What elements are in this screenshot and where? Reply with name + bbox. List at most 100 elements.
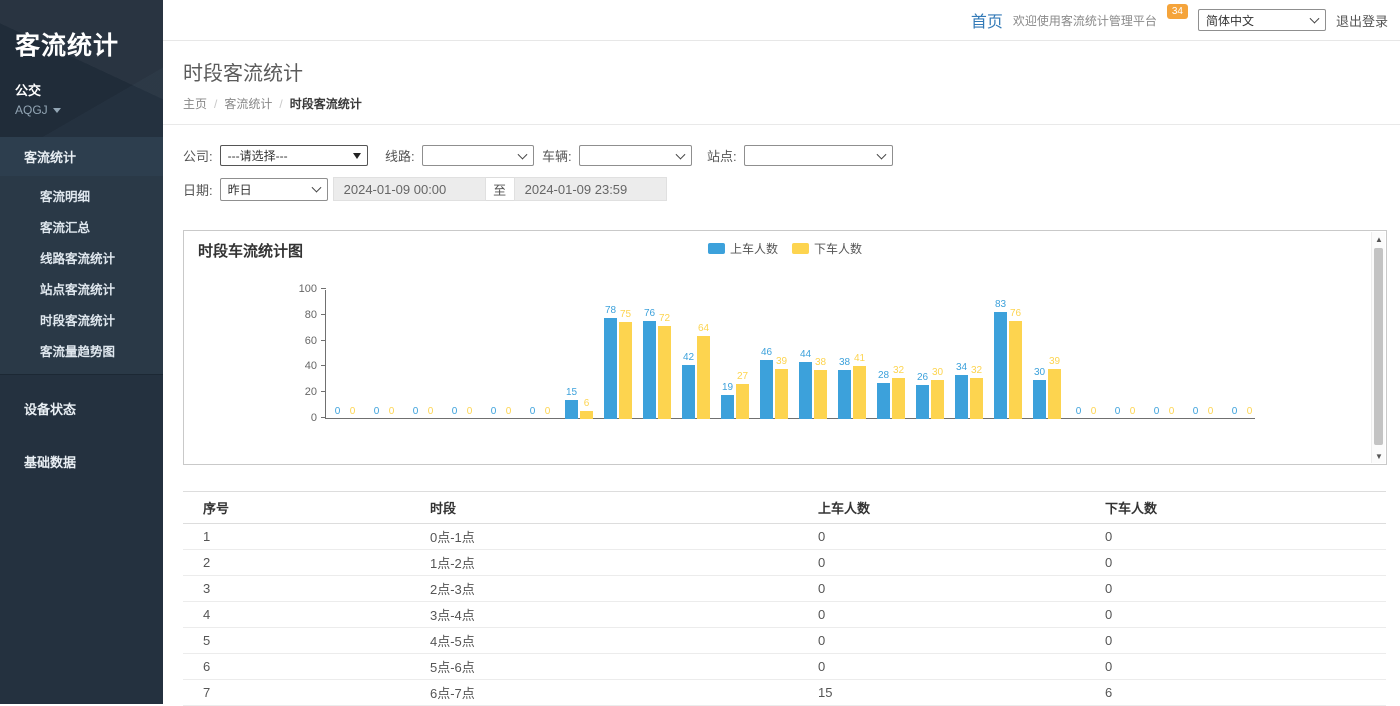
alighting-bar[interactable] [814,370,827,419]
sidebar-submenu: 客流明细客流汇总线路客流统计站点客流统计时段客流统计客流量趋势图 [0,176,163,375]
alighting-bar[interactable] [658,326,671,419]
boarding-bar[interactable] [799,362,812,419]
boarding-bar[interactable] [955,375,968,419]
chevron-down-icon [517,149,527,159]
vehicle-label: 车辆: [542,146,572,165]
page-title: 时段客流统计 [183,57,1400,86]
y-axis-tick-label: 80 [287,309,317,321]
y-axis-tick-label: 0 [287,412,317,424]
alighting-bar[interactable] [1048,369,1061,419]
breadcrumb: 主页 / 客流统计 / 时段客流统计 [183,95,1400,112]
date-from-input[interactable]: 2024-01-09 00:00 [333,177,486,201]
alighting-bar[interactable] [619,322,632,419]
table-row: 43点-4点00 [183,602,1386,628]
table-row: 65点-6点00 [183,654,1386,680]
table-body: 10点-1点0021点-2点0032点-3点0043点-4点0054点-5点00… [183,524,1386,706]
bar-value-label: 15 [559,387,585,398]
table-row: 54点-5点00 [183,628,1386,654]
alighting-bar[interactable] [970,378,983,419]
alighting-bar[interactable] [892,378,905,419]
bar-group: 001点-2点 [365,290,404,419]
breadcrumb-home[interactable]: 主页 [183,95,207,112]
bar-value-label: 72 [652,313,678,324]
breadcrumb-section[interactable]: 客流统计 [224,95,272,112]
y-axis-tick-mark [321,288,326,289]
chart-scrollbar[interactable]: ▲ ▼ [1371,232,1385,463]
alighting-bar[interactable] [697,336,710,419]
line-select[interactable] [422,145,534,166]
page-header: 时段客流统计 主页 / 客流统计 / 时段客流统计 [163,41,1400,125]
sidebar-subitem[interactable]: 线路客流统计 [0,242,163,273]
alighting-bar[interactable] [736,384,749,419]
boarding-bar[interactable] [838,370,851,419]
boarding-bar[interactable] [682,365,695,419]
alighting-bar[interactable] [580,411,593,419]
sidebar-subitem[interactable]: 客流量趋势图 [0,335,163,366]
sidebar-subitem[interactable]: 客流汇总 [0,211,163,242]
sidebar-section-1[interactable]: 设备状态 [0,389,163,428]
boarding-bar[interactable] [760,360,773,419]
date-to-input[interactable]: 2024-01-09 23:59 [514,177,667,201]
notification-badge[interactable]: 34 [1167,4,1188,19]
language-select[interactable]: 简体中文 [1198,9,1326,31]
scrollbar-thumb[interactable] [1374,248,1383,445]
scrollbar-down-icon[interactable]: ▼ [1372,449,1386,463]
alighting-bar[interactable] [775,369,788,419]
y-axis-tick-label: 60 [287,335,317,347]
table-cell: 1 [203,529,430,544]
boarding-bar[interactable] [916,385,929,419]
sidebar-section-2[interactable]: 基础数据 [0,442,163,481]
legend-item[interactable]: 上车人数 [708,240,778,257]
company-select[interactable]: ---请选择--- [220,145,368,166]
bar-value-label: 32 [964,365,990,376]
legend-label: 下车人数 [814,240,862,257]
sidebar-subitem[interactable]: 时段客流统计 [0,304,163,335]
boarding-bar[interactable] [994,312,1007,419]
y-axis-tick-label: 20 [287,386,317,398]
date-preset-select[interactable]: 昨日 [220,178,328,201]
alighting-bar[interactable] [931,380,944,419]
bar-group: 0019点-20点 [1067,290,1106,419]
boarding-bar[interactable] [721,395,734,420]
sidebar-subitem[interactable]: 客流明细 [0,180,163,211]
logout-link[interactable]: 退出登录 [1336,11,1388,30]
bar-value-label: 76 [1003,308,1029,319]
bar-group: 0020点-21点 [1106,290,1145,419]
y-axis-tick-mark [321,340,326,341]
legend-swatch [708,243,725,254]
sidebar-menu: 客流统计客流明细客流汇总线路客流统计站点客流统计时段客流统计客流量趋势图设备状态… [0,137,163,481]
bar-value-label: 39 [1042,356,1068,367]
bar-group: 0022点-23点 [1184,290,1223,419]
org-selector[interactable]: AQGJ [0,99,163,131]
table-cell: 0点-1点 [430,527,818,546]
chevron-down-icon [675,149,685,159]
bar-group: 0021点-22点 [1145,290,1184,419]
scrollbar-up-icon[interactable]: ▲ [1372,232,1386,246]
chart-plot: 000点-1点001点-2点002点-3点003点-4点004点-5点005点-… [325,290,1255,419]
boarding-bar[interactable] [1033,380,1046,419]
bar-value-label: 41 [847,353,873,364]
table-cell: 0 [818,581,1105,596]
date-range-separator: 至 [486,177,514,201]
boarding-bar[interactable] [604,318,617,419]
home-link[interactable]: 首页 [971,8,1003,32]
alighting-bar[interactable] [1009,321,1022,419]
caret-down-icon [53,108,61,113]
table-cell: 6 [1105,685,1386,700]
vehicle-select[interactable] [579,145,692,166]
bar-group: 263015点-16点 [911,290,950,419]
chart-legend: 上车人数 下车人数 [708,240,862,257]
boarding-bar[interactable] [643,321,656,419]
station-select[interactable] [744,145,893,166]
bar-value-label: 0 [1198,406,1224,417]
bar-value-label: 30 [925,367,951,378]
alighting-bar[interactable] [853,366,866,419]
sidebar-subitem[interactable]: 站点客流统计 [0,273,163,304]
bar-value-label: 0 [457,406,483,417]
legend-item[interactable]: 下车人数 [792,240,862,257]
dropdown-arrow-icon [353,153,361,159]
bar-group: 002点-3点 [404,290,443,419]
chart-panel: 时段车流统计图 上车人数下车人数 000点-1点001点-2点002点-3点00… [183,230,1387,465]
sidebar-section-0[interactable]: 客流统计 [0,137,163,176]
boarding-bar[interactable] [877,383,890,419]
